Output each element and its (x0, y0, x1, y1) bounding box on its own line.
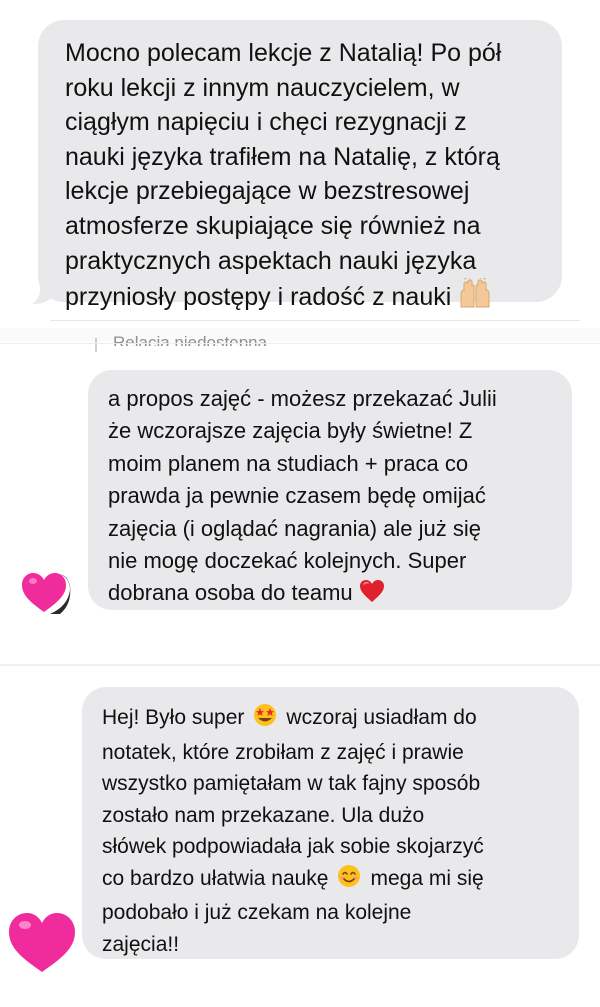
smiling-face-icon (336, 864, 362, 898)
message-bubble-2[interactable]: a propos zajęć - możesz przekazać Julii … (88, 370, 572, 610)
message-line: nie mogę doczekać kolejnych. Super (108, 548, 467, 574)
star-struck-face-icon (252, 703, 278, 737)
message-line: a propos zajęć - możesz przekazać Julii (108, 386, 497, 411)
message-line: atmosferze skupiające się również na (65, 211, 481, 240)
message-line: lekcje przebiegające w bezstresowej (65, 177, 470, 206)
divider (0, 664, 600, 666)
message-line: dobrana osoba do teamu (108, 580, 353, 606)
message-line: zajęcia (i oglądać nagrania) ale już się (108, 515, 481, 541)
message-line-with-emoji: dobrana osoba do teamu (108, 577, 552, 612)
message-line: słówek podpowiadała jak sobie skojarzyć (102, 835, 484, 858)
message-line: podobało i już czekam na kolejne (102, 901, 412, 924)
reply-indicator (95, 338, 97, 352)
raising-hands-icon (457, 276, 493, 318)
divider (50, 320, 580, 321)
message-line: notatek, które zrobiłam z zajęć i prawie (102, 740, 464, 764)
message-line: nauki języka trafiłem na Natalię, z któr… (65, 142, 500, 171)
divider (0, 343, 600, 344)
message-line: zajęcia!! (102, 932, 180, 956)
message-line: praktycznych aspektach nauki języka (65, 246, 477, 275)
message-line: wszystko pamiętałam w tak fajny sposób (102, 772, 481, 795)
story-unavailable-label: Relacja niedostępna (113, 334, 268, 346)
message-line: prawda ja pewnie czasem będę omijać (108, 483, 486, 509)
message-bubble-3[interactable]: Hej! Było super wczoraj usiadłam do nota… (82, 687, 579, 959)
message-line-with-emoji: co bardzo ułatwia naukę mega mi się (102, 863, 559, 898)
message-line: ciągłym napięciu i chęci rezygnacji z (65, 108, 467, 137)
pink-heart-avatar[interactable] (6, 908, 78, 976)
message-line-part: mega mi się (370, 866, 484, 890)
story-unavailable-strip (0, 328, 600, 342)
message-line-with-emoji: przyniosły postępy i radość z nauki (65, 276, 542, 318)
pink-heart-avatar[interactable] (20, 568, 72, 616)
message-line: roku lekcji z innym nauczycielem, w (65, 73, 460, 102)
message-line: zostało nam przekazane. Ula dużo (102, 803, 425, 827)
message-line: Mocno polecam lekcje z Natalią! Po pół (65, 39, 502, 67)
red-heart-icon (359, 579, 385, 612)
message-line-with-emoji: Hej! Było super wczoraj usiadłam do (102, 702, 559, 737)
message-line: przyniosły postępy i radość z nauki (65, 283, 452, 312)
message-bubble-1[interactable]: Mocno polecam lekcje z Natalią! Po pół r… (38, 20, 562, 311)
message-line: moim planem na studiach + praca co (108, 450, 469, 476)
message-line-part: Hej! Było super (102, 706, 245, 729)
message-line: że wczorajsze zajęcia były świetne! Z (108, 418, 473, 444)
message-line-part: wczoraj usiadłam do (286, 706, 477, 729)
message-line-part: co bardzo ułatwia naukę (102, 866, 329, 890)
